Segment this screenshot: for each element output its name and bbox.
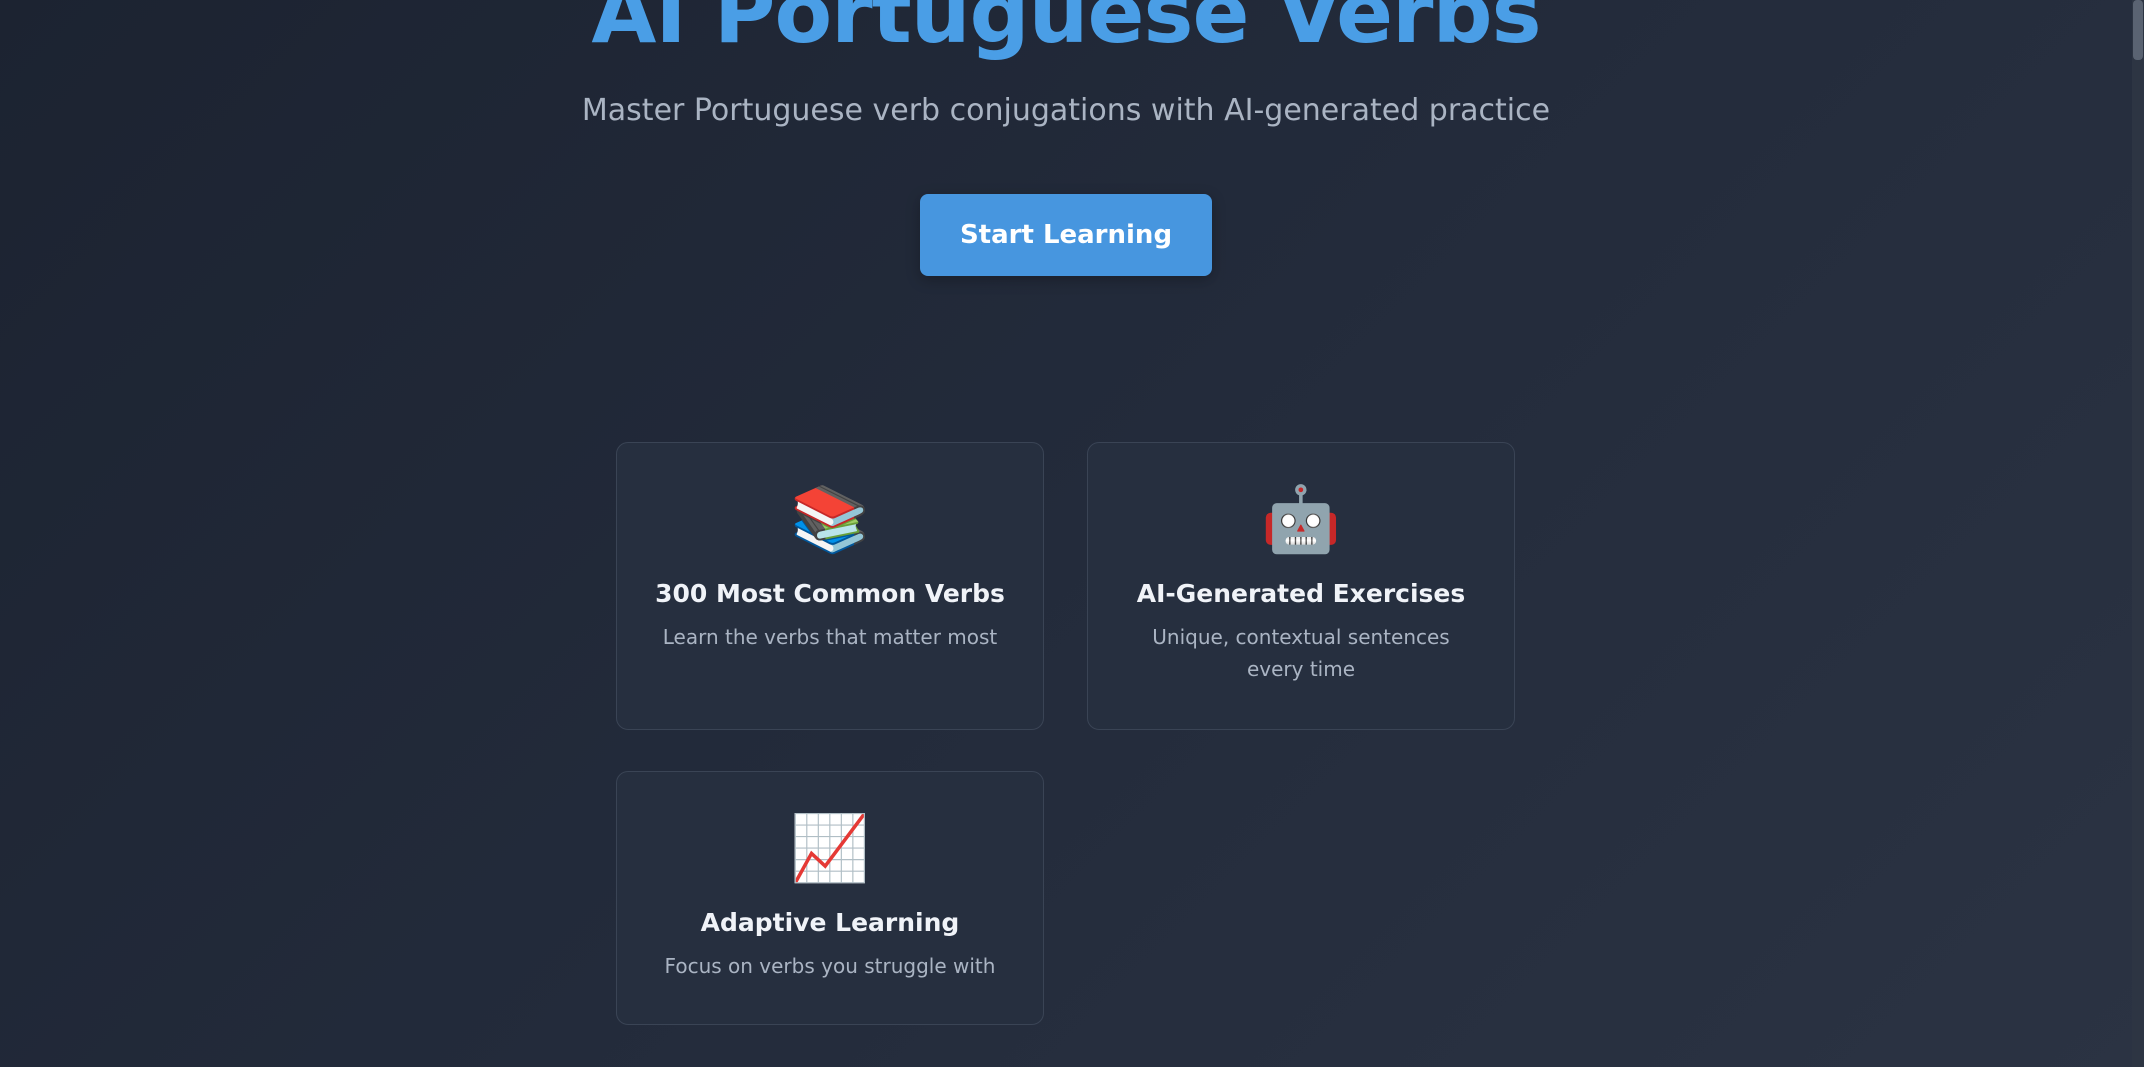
feature-title: AI-Generated Exercises (1136, 579, 1466, 608)
feature-title: Adaptive Learning (700, 908, 960, 937)
feature-card-adaptive-learning: 📈 Adaptive Learning Focus on verbs you s… (616, 771, 1044, 1025)
page-title: AI Portuguese Verbs (591, 0, 1541, 62)
books-icon: 📚 (790, 483, 870, 557)
page-subtitle: Master Portuguese verb conjugations with… (581, 93, 1551, 128)
feature-card-ai-exercises: 🤖 AI-Generated Exercises Unique, context… (1087, 442, 1515, 730)
landing-page: AI Portuguese Verbs Master Portuguese ve… (0, 0, 2132, 1067)
feature-description: Learn the verbs that matter most (662, 625, 998, 649)
feature-card-common-verbs: 📚 300 Most Common Verbs Learn the verbs … (616, 442, 1044, 730)
feature-description: Focus on verbs you struggle with (664, 954, 996, 978)
robot-icon: 🤖 (1261, 483, 1341, 557)
feature-title: 300 Most Common Verbs (655, 579, 1005, 608)
chart-increasing-icon: 📈 (790, 812, 870, 886)
start-learning-button[interactable]: Start Learning (920, 194, 1212, 276)
feature-description: Unique, contextual sentences every time (1152, 625, 1450, 681)
vertical-scrollbar[interactable] (2132, 0, 2144, 1067)
scrollbar-thumb[interactable] (2133, 0, 2143, 60)
